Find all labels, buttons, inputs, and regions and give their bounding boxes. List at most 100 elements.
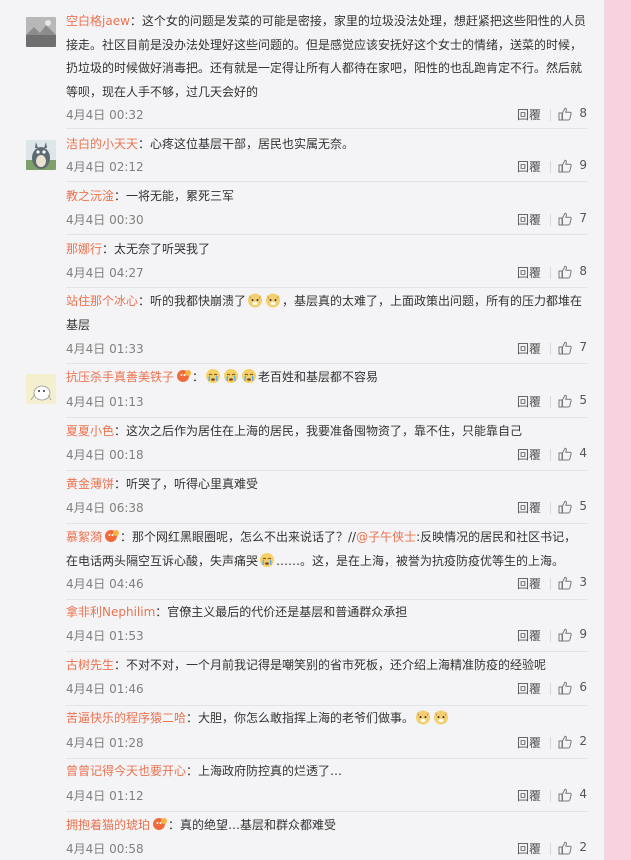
- like-icon[interactable]: [558, 788, 572, 802]
- vip-badge: [105, 530, 120, 542]
- like-icon[interactable]: [558, 735, 572, 749]
- like-icon[interactable]: [558, 681, 572, 695]
- reply-button[interactable]: 回覆: [517, 787, 541, 804]
- reply-button[interactable]: 回覆: [517, 734, 541, 751]
- avatar[interactable]: [26, 140, 56, 170]
- comment-text: 曾曾记得今天也要开心：上海政府防控真的烂透了…: [66, 760, 586, 784]
- comment-text: 苦逼快乐的程序猿二哈：大胆，你怎么敢指挥上海的老爷们做事。: [66, 707, 586, 731]
- username-link[interactable]: 古树先生: [66, 658, 114, 672]
- timestamp: 4月4日 00:18: [66, 448, 144, 462]
- divider: [66, 705, 587, 706]
- like-icon[interactable]: [558, 341, 572, 355]
- avatar[interactable]: [26, 374, 56, 404]
- comment-footer: 4月4日 01:53 回覆 9: [66, 627, 587, 647]
- like-icon[interactable]: [558, 107, 572, 121]
- like-count: 4: [579, 446, 587, 460]
- comment-body: ：大胆，你怎么敢指挥上海的老爷们做事。: [186, 711, 415, 725]
- username-link[interactable]: 空白格jaew: [66, 14, 130, 28]
- reply-button[interactable]: 回覆: [517, 575, 541, 592]
- username-link[interactable]: 那娜行: [66, 242, 102, 256]
- reply-button[interactable]: 回覆: [517, 106, 541, 123]
- comment-footer: 4月4日 00:30 回覆 7: [66, 211, 587, 231]
- like-icon[interactable]: [558, 447, 572, 461]
- comment-text: 古树先生：不对不对，一个月前我记得是嘲笑别的省市死板，还介绍上海精准防疫的经验呢: [66, 654, 586, 678]
- like-count: 5: [579, 499, 587, 513]
- reply-button[interactable]: 回覆: [517, 211, 541, 228]
- divider: [550, 109, 551, 121]
- like-icon[interactable]: [558, 628, 572, 642]
- comment-text: 抗压杀手真善美铁子 ： 老百姓和基层都不容易: [66, 366, 586, 390]
- reply-button[interactable]: 回覆: [517, 264, 541, 281]
- comment-body: ……。这，是在上海，被誉为抗疫防疫优等生的上海。: [276, 553, 565, 568]
- username-link[interactable]: 曾曾记得今天也要开心: [66, 764, 186, 778]
- username-link[interactable]: 夏夏小色: [66, 424, 114, 438]
- timestamp: 4月4日 02:12: [66, 160, 144, 174]
- timestamp: 4月4日 01:33: [66, 342, 144, 356]
- comment-footer: 4月4日 00:58 回覆 2: [66, 840, 587, 860]
- username-link[interactable]: 抗压杀手真善美铁子: [66, 370, 174, 384]
- comment-footer: 4月4日 00:32 回覆 8: [66, 106, 587, 126]
- timestamp: 4月4日 00:58: [66, 842, 144, 856]
- comment-text: 拥抱着猫的琥珀 ：真的绝望…基层和群众都难受: [66, 814, 586, 838]
- comment-footer: 4月4日 06:38 回覆 5: [66, 499, 587, 519]
- username-link[interactable]: 站住那个冰心: [66, 294, 138, 308]
- comment-footer: 4月4日 01:28 回覆 2: [66, 734, 587, 754]
- divider: [550, 396, 551, 408]
- like-icon[interactable]: [558, 265, 572, 279]
- timestamp: 4月4日 04:27: [66, 266, 144, 280]
- comment-text: 那娜行：太无奈了听哭我了: [66, 238, 586, 262]
- divider: [66, 523, 587, 524]
- timestamp: 4月4日 06:38: [66, 501, 144, 515]
- like-count: 2: [579, 840, 587, 854]
- doge-emoji: [416, 710, 431, 725]
- doge-emoji: [248, 293, 263, 308]
- comment-text: 黄金薄饼：听哭了，听得心里真难受: [66, 473, 586, 497]
- divider: [66, 758, 587, 759]
- username-link[interactable]: 拥抱着猫的琥珀: [66, 818, 150, 832]
- reply-button[interactable]: 回覆: [517, 627, 541, 644]
- username-link[interactable]: 洁白的小天天: [66, 137, 138, 151]
- reply-button[interactable]: 回覆: [517, 840, 541, 857]
- mention-link[interactable]: @子午侠士: [356, 530, 416, 544]
- comment-body: ：这次之后作为居住在上海的居民，我要准备囤物资了，靠不住，只能靠自己: [114, 424, 523, 438]
- like-count: 7: [579, 340, 587, 354]
- comment-footer: 4月4日 01:33 回覆 7: [66, 340, 587, 360]
- reply-button[interactable]: 回覆: [517, 158, 541, 175]
- reply-button[interactable]: 回覆: [517, 340, 541, 357]
- like-icon[interactable]: [558, 394, 572, 408]
- comment-body: ：听的我都快崩溃了: [138, 294, 247, 308]
- comment-footer: 4月4日 04:27 回覆 8: [66, 264, 587, 284]
- username-link[interactable]: 黄金薄饼: [66, 477, 114, 491]
- like-icon[interactable]: [558, 159, 572, 173]
- reply-button[interactable]: 回覆: [517, 499, 541, 516]
- page-background: [604, 0, 631, 860]
- username-link[interactable]: 慕絮漪: [66, 530, 102, 544]
- vip-badge: [177, 370, 192, 382]
- avatar[interactable]: [26, 17, 56, 47]
- reply-button[interactable]: 回覆: [517, 446, 541, 463]
- like-icon[interactable]: [558, 500, 572, 514]
- divider: [550, 737, 551, 749]
- divider: [550, 578, 551, 590]
- divider: [550, 630, 551, 642]
- like-icon[interactable]: [558, 212, 572, 226]
- like-icon[interactable]: [558, 576, 572, 590]
- reply-button[interactable]: 回覆: [517, 680, 541, 697]
- crying-emoji: [206, 369, 221, 383]
- username-link[interactable]: 教之沅淦: [66, 189, 114, 203]
- divider: [66, 470, 587, 471]
- divider: [550, 683, 551, 695]
- comment-text: 洁白的小天天：心疼这位基层干部，居民也实属无奈。: [66, 133, 586, 157]
- username-link[interactable]: 苦逼快乐的程序猿二哈: [66, 711, 186, 725]
- comment-footer: 4月4日 04:46 回覆 3: [66, 575, 587, 595]
- divider: [66, 651, 587, 652]
- comment-text: 空白格jaew：这个女的问题是发菜的可能是密接，家里的垃圾没法处理，想赶紧把这些…: [66, 10, 586, 104]
- timestamp: 4月4日 01:12: [66, 789, 144, 803]
- comment-body: ：心疼这位基层干部，居民也实属无奈。: [138, 137, 355, 151]
- comment-text: 拿非利Nephilim：官僚主义最后的代价还是基层和普通群众承担: [66, 601, 586, 625]
- like-count: 8: [579, 106, 587, 120]
- username-link[interactable]: 拿非利Nephilim: [66, 605, 155, 619]
- like-icon[interactable]: [558, 841, 572, 855]
- reply-button[interactable]: 回覆: [517, 393, 541, 410]
- divider: [550, 267, 551, 279]
